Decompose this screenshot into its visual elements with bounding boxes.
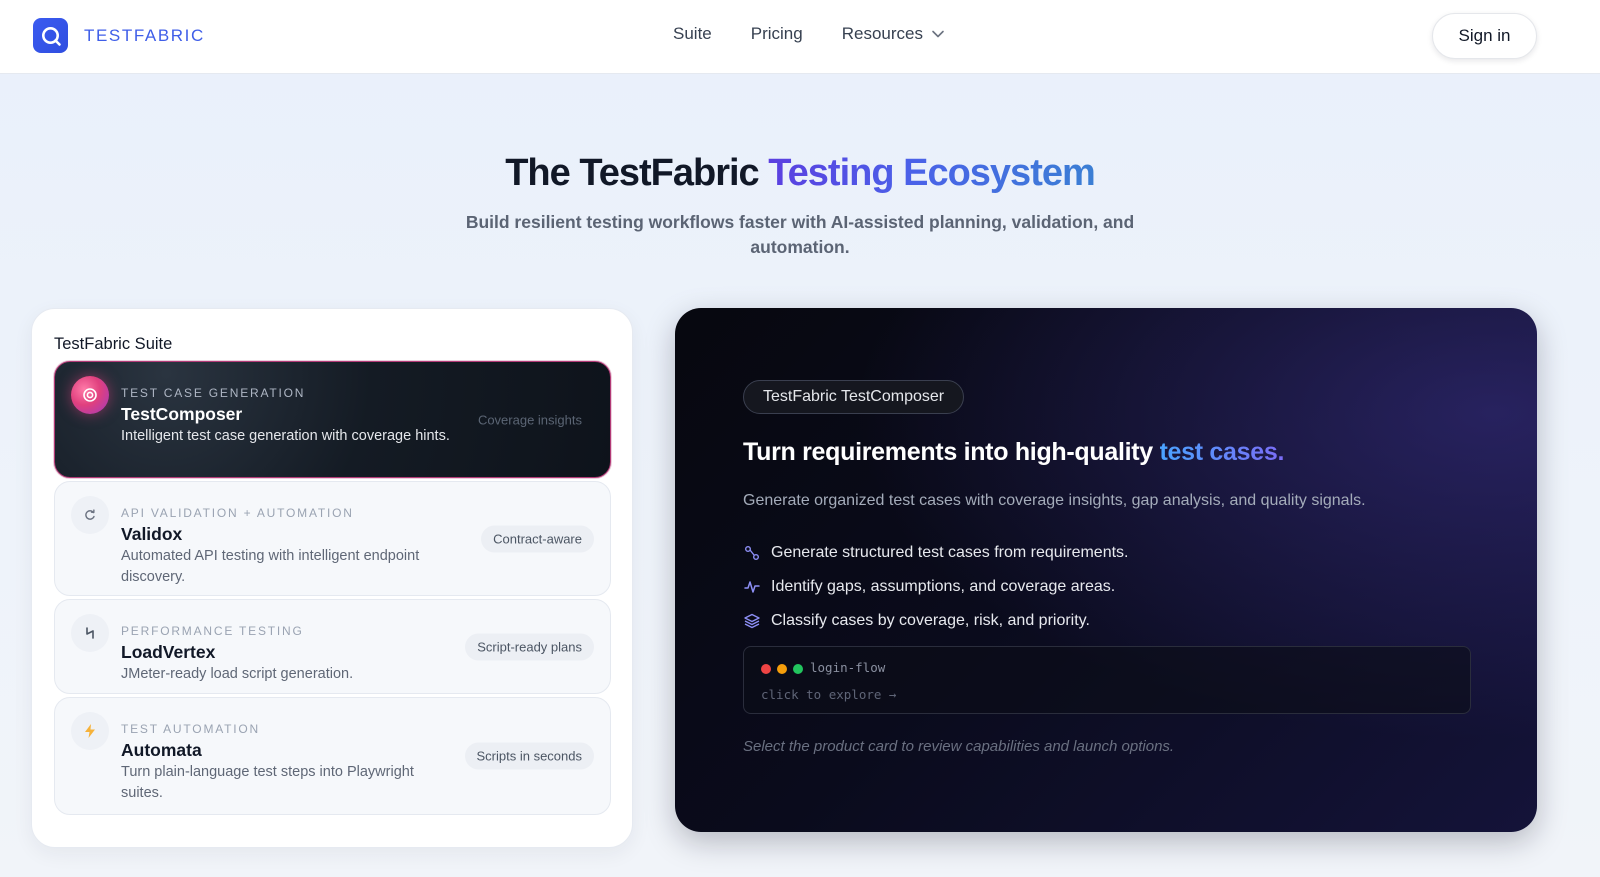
- feature-text: Classify cases by coverage, risk, and pr…: [771, 612, 1090, 629]
- brand-name: TESTFABRIC: [84, 25, 205, 45]
- pulse-icon: [743, 578, 761, 596]
- dot-red: [761, 664, 771, 674]
- feature-list: Generate structured test cases from requ…: [743, 536, 1128, 638]
- card-name: Validox: [121, 524, 183, 544]
- detail-note: Select the product card to review capabi…: [743, 738, 1175, 755]
- sign-in-button[interactable]: Sign in: [1432, 13, 1537, 59]
- hero-subtitle: Build resilient testing workflows faster…: [465, 212, 1135, 257]
- feature-text: Identify gaps, assumptions, and coverage…: [771, 578, 1116, 595]
- lightning-icon: [71, 712, 109, 750]
- product-card-automata[interactable]: TEST AUTOMATION Automata Turn plain-lang…: [54, 697, 611, 815]
- spark-icon: [71, 614, 109, 652]
- nav-resources-label: Resources: [841, 24, 923, 43]
- card-name: LoadVertex: [121, 642, 216, 662]
- product-card-validox[interactable]: API VALIDATION + AUTOMATION Validox Auto…: [54, 481, 611, 596]
- nav-resources[interactable]: Resources: [842, 24, 945, 44]
- detail-title-accent: test cases.: [1159, 438, 1285, 466]
- testfabric-logo-icon: [33, 18, 68, 53]
- card-description: Intelligent test case generation with co…: [121, 428, 450, 444]
- suite-panel: TestFabric Suite TEST CASE GENERATION Te…: [31, 308, 633, 848]
- suite-title: TestFabric Suite: [54, 335, 173, 353]
- detail-title: Turn requirements into high-quality test…: [743, 438, 1284, 467]
- card-category: API VALIDATION + AUTOMATION: [121, 506, 354, 520]
- card-category: TEST CASE GENERATION: [121, 386, 306, 400]
- hero-title-plain: The TestFabric: [505, 152, 769, 194]
- card-category: PERFORMANCE TESTING: [121, 624, 304, 638]
- nav-suite[interactable]: Suite: [673, 24, 712, 44]
- refresh-icon: [71, 496, 109, 534]
- product-card-loadvertex[interactable]: PERFORMANCE TESTING LoadVertex JMeter-re…: [54, 599, 611, 694]
- code-preview[interactable]: login-flow click to explore →: [743, 646, 1471, 714]
- product-pill: TestFabric TestComposer: [743, 380, 965, 414]
- hero-title-accent: Testing Ecosystem: [768, 152, 1096, 194]
- detail-description: Generate organized test cases with cover…: [743, 492, 1366, 509]
- card-description: JMeter-ready load script generation.: [121, 666, 354, 682]
- target-icon: [71, 376, 109, 414]
- card-badge: Contract-aware: [481, 525, 594, 552]
- detail-title-plain: Turn requirements into high-quality: [743, 438, 1160, 466]
- top-header: TESTFABRIC Suite Pricing Resources Sign …: [0, 0, 1600, 74]
- main-nav: Suite Pricing Resources: [673, 24, 945, 44]
- feature-item: Generate structured test cases from requ…: [743, 536, 1128, 570]
- nav-pricing-label: Pricing: [750, 24, 803, 43]
- product-detail-panel: TestFabric TestComposer Turn requirement…: [675, 308, 1537, 832]
- card-badge: Coverage insights: [477, 412, 582, 427]
- terminal-hint: click to explore →: [761, 687, 897, 702]
- feature-text: Generate structured test cases from requ…: [771, 544, 1129, 561]
- card-badge: Script-ready plans: [465, 633, 594, 660]
- hero-title: The TestFabric Testing Ecosystem: [0, 152, 1600, 195]
- feature-item: Classify cases by coverage, risk, and pr…: [743, 604, 1128, 638]
- brand[interactable]: TESTFABRIC: [33, 18, 205, 53]
- product-card-testcomposer[interactable]: TEST CASE GENERATION TestComposer Intell…: [54, 361, 611, 478]
- nav-pricing[interactable]: Pricing: [751, 24, 803, 44]
- card-name: TestComposer: [121, 404, 243, 424]
- nav-suite-label: Suite: [673, 24, 712, 43]
- window-dots: [761, 664, 809, 674]
- layers-icon: [743, 612, 761, 630]
- dot-yellow: [777, 664, 787, 674]
- card-description: Automated API testing with intelligent e…: [121, 548, 420, 585]
- feature-item: Identify gaps, assumptions, and coverage…: [743, 570, 1128, 604]
- chevron-down-icon: [932, 30, 944, 38]
- card-name: Automata: [121, 740, 202, 760]
- route-icon: [743, 544, 761, 562]
- dot-green: [793, 664, 803, 674]
- card-description: Turn plain-language test steps into Play…: [121, 764, 414, 801]
- card-category: TEST AUTOMATION: [121, 722, 261, 736]
- card-badge: Scripts in seconds: [464, 742, 594, 770]
- terminal-filename: login-flow: [810, 660, 886, 675]
